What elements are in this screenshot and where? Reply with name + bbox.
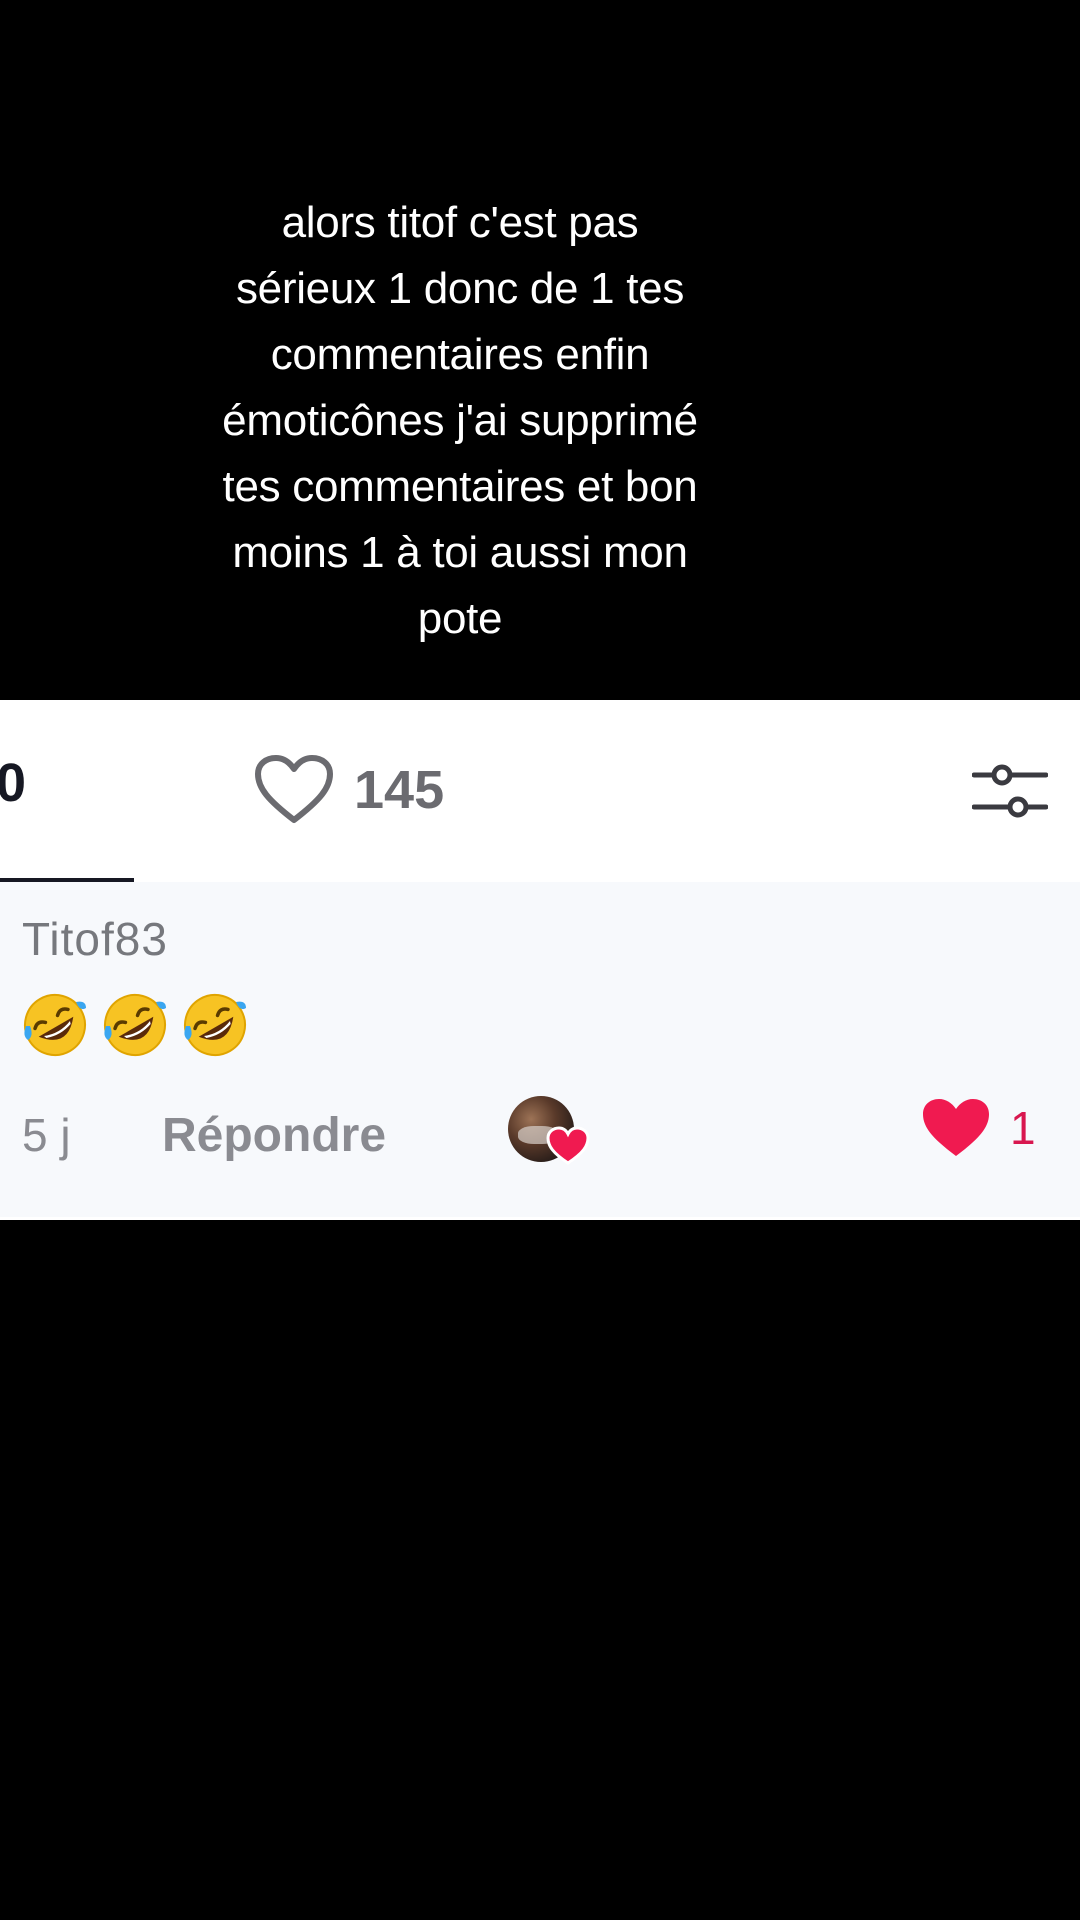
likes-count: 145 (354, 760, 445, 820)
caption-line: commentaires enfin (270, 330, 650, 379)
screen: alors titof c'est pas sérieux 1 donc de … (0, 0, 1080, 1920)
heart-outline-icon (255, 755, 333, 823)
caption-line: émoticônes j'ai supprimé (222, 396, 698, 445)
heart-filled-icon[interactable] (920, 1096, 992, 1160)
comment-meta-row: 5 j Répondre 1 (0, 1094, 1080, 1174)
creator-liked-badge (508, 1096, 592, 1172)
rolling-on-floor-laughing-emoji (104, 994, 166, 1056)
caption-line: moins 1 à toi aussi mon (232, 528, 688, 577)
rolling-on-floor-laughing-emoji (184, 994, 246, 1056)
comment-time: 5 j (22, 1109, 71, 1161)
comment-like[interactable]: 1 (920, 1096, 1036, 1160)
sliders-icon[interactable] (972, 755, 1048, 827)
comments-screenshot-card: 0 145 Titof83 5 j Répondre 1 (0, 700, 1080, 1220)
comment-like-count: 1 (1010, 1102, 1036, 1154)
video-caption: alors titof c'est pas sérieux 1 donc de … (160, 190, 760, 652)
caption-line: alors titof c'est pas (281, 198, 639, 247)
rolling-on-floor-laughing-emoji (24, 994, 86, 1056)
comment-username[interactable]: Titof83 (22, 912, 168, 966)
comments-tab-count[interactable]: 0 (0, 752, 26, 814)
comments-tab-bar: 0 145 (0, 700, 1080, 885)
comment-item: Titof83 5 j Répondre 1 (0, 882, 1080, 1217)
caption-line: pote (417, 594, 503, 643)
comment-text (20, 990, 250, 1060)
caption-line: tes commentaires et bon (222, 462, 698, 511)
heart-filled-icon (546, 1126, 590, 1165)
likes-tab[interactable]: 145 (254, 750, 444, 830)
caption-line: sérieux 1 donc de 1 tes (235, 264, 685, 313)
reply-button[interactable]: Répondre (162, 1108, 386, 1163)
